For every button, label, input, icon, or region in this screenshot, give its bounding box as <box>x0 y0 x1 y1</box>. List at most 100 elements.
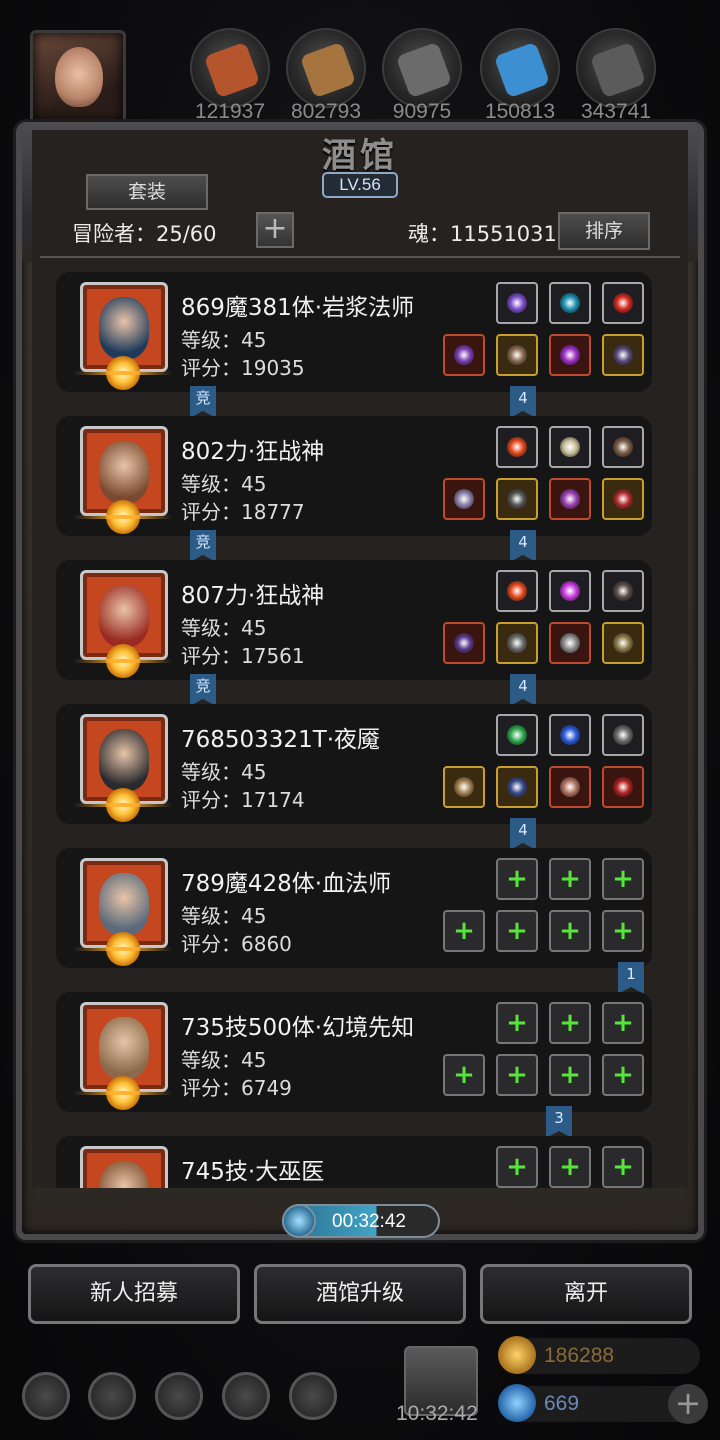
hero-card[interactable]: 789魔428体·血法师 等级：45 评分：6860 + + + + + + + <box>56 848 652 968</box>
equipment-slot-bottom-0[interactable] <box>443 622 485 664</box>
resource-value: 150813 <box>484 100 556 123</box>
equipment-slot-bottom-0[interactable] <box>443 334 485 376</box>
rank-sun-icon <box>74 1076 172 1110</box>
hero-face <box>99 441 149 503</box>
hero-score: 评分：17174 <box>181 788 305 812</box>
rank-flag: 1 <box>618 962 644 994</box>
iron-icon <box>589 41 647 99</box>
hero-card[interactable]: 768503321T·夜魇 等级：45 评分：17174 <box>56 704 652 824</box>
equipment-slot-bottom-1[interactable]: + <box>496 1054 538 1096</box>
equipment-slot-top-0[interactable] <box>496 570 538 612</box>
equipment-slot-bottom-0[interactable]: + <box>443 1054 485 1096</box>
equipment-slot-bottom-3[interactable] <box>602 622 644 664</box>
equipment-slot-top-1[interactable] <box>549 714 591 756</box>
add-equipment-icon: + <box>612 1060 634 1090</box>
equipment-slot-top-2[interactable] <box>602 426 644 468</box>
equipment-slot-top-2[interactable]: + <box>602 1002 644 1044</box>
equipment-slot-top-1[interactable] <box>549 426 591 468</box>
equipment-slot-top-0[interactable] <box>496 714 538 756</box>
sort-button[interactable]: 排序 <box>558 212 650 250</box>
player-avatar[interactable] <box>30 30 126 124</box>
bracer-icon <box>613 633 633 653</box>
gauntlet-icon <box>613 489 633 509</box>
equipment-slot-top-2[interactable] <box>602 714 644 756</box>
resource-3[interactable] <box>480 28 560 108</box>
equipment-slot-top-0[interactable] <box>496 426 538 468</box>
recruit-button[interactable]: 新人招募 <box>28 1264 240 1324</box>
mace-icon <box>454 633 474 653</box>
set-button[interactable]: 套装 <box>86 174 208 210</box>
hero-score: 评分：6749 <box>181 1076 292 1100</box>
resource-1[interactable] <box>286 28 366 108</box>
hero-card[interactable]: 802力·狂战神 等级：45 评分：18777 <box>56 416 652 536</box>
equipment-slot-top-2[interactable]: + <box>602 1146 644 1188</box>
divider <box>40 256 680 258</box>
add-equipment-icon: + <box>506 864 528 894</box>
equipment-slot-bottom-2[interactable]: + <box>549 1054 591 1096</box>
hero-level: 等级：45 <box>181 904 267 928</box>
equipment-slot-bottom-3[interactable] <box>602 334 644 376</box>
fang-icon <box>560 437 580 457</box>
shuriken-icon <box>613 725 633 745</box>
mask-icon <box>560 777 580 797</box>
timer-text: 00:32:42 <box>332 1211 406 1232</box>
resource-4[interactable] <box>576 28 656 108</box>
equipment-slot-top-1[interactable]: + <box>549 1002 591 1044</box>
equipment-slot-top-0[interactable]: + <box>496 858 538 900</box>
hero-face <box>99 297 149 359</box>
hero-portrait[interactable] <box>80 1146 168 1188</box>
equipment-slot-bottom-3[interactable]: + <box>602 1054 644 1096</box>
equipment-slot-bottom-1[interactable] <box>496 334 538 376</box>
hero-card[interactable]: 745技·大巫医 + + + <box>56 1136 652 1188</box>
equipment-slot-top-1[interactable] <box>549 570 591 612</box>
leave-button[interactable]: 离开 <box>480 1264 692 1324</box>
equipment-slot-bottom-3[interactable] <box>602 478 644 520</box>
equipment-slot-top-0[interactable]: + <box>496 1146 538 1188</box>
equipment-slot-bottom-1[interactable]: + <box>496 910 538 952</box>
equipment-slot-bottom-2[interactable] <box>549 766 591 808</box>
equipment-slot-top-2[interactable] <box>602 570 644 612</box>
equipment-slot-top-1[interactable]: + <box>549 858 591 900</box>
resource-0[interactable] <box>190 28 270 108</box>
rank-flag: 3 <box>546 1106 572 1138</box>
guild-icon[interactable] <box>155 1372 203 1420</box>
add-equipment-icon: + <box>506 1060 528 1090</box>
equipment-slot-bottom-2[interactable]: + <box>549 910 591 952</box>
equipment-slot-bottom-2[interactable] <box>549 622 591 664</box>
add-equipment-icon: + <box>559 864 581 894</box>
rank-flag: 4 <box>510 530 536 562</box>
add-slot-button[interactable]: + <box>256 212 294 248</box>
equipment-slot-bottom-0[interactable] <box>443 478 485 520</box>
equipment-slot-bottom-3[interactable]: + <box>602 910 644 952</box>
hero-card[interactable]: 735技500体·幻境先知 等级：45 评分：6749 + + + + + + + <box>56 992 652 1112</box>
hero-score: 评分：17561 <box>181 644 305 668</box>
equipment-slot-top-2[interactable] <box>602 282 644 324</box>
equipment-slot-bottom-3[interactable] <box>602 766 644 808</box>
hero-card[interactable]: 807力·狂战神 等级：45 评分：17561 <box>56 560 652 680</box>
equipment-slot-bottom-1[interactable] <box>496 478 538 520</box>
equipment-slot-top-0[interactable] <box>496 282 538 324</box>
equipment-slot-top-0[interactable]: + <box>496 1002 538 1044</box>
equipment-slot-top-1[interactable]: + <box>549 1146 591 1188</box>
equipment-slot-bottom-2[interactable] <box>549 334 591 376</box>
equipment-slot-bottom-0[interactable] <box>443 766 485 808</box>
hero-list[interactable]: 869魔381体·岩浆法师 等级：45 评分：19035 竞 4 802力·狂战神 等级：4… <box>56 266 656 1188</box>
wood-icon <box>299 41 357 99</box>
staff-icon <box>454 345 474 365</box>
equipment-slot-bottom-0[interactable]: + <box>443 910 485 952</box>
equipment-slot-top-1[interactable] <box>549 282 591 324</box>
settings-icon[interactable] <box>22 1372 70 1420</box>
upgrade-tavern-button[interactable]: 酒馆升级 <box>254 1264 466 1324</box>
mail-icon[interactable] <box>222 1372 270 1420</box>
equipment-slot-bottom-1[interactable] <box>496 622 538 664</box>
shop-icon[interactable] <box>289 1372 337 1420</box>
armor-icon <box>507 489 527 509</box>
star-icon[interactable] <box>88 1372 136 1420</box>
equipment-slot-top-2[interactable]: + <box>602 858 644 900</box>
resource-2[interactable] <box>382 28 462 108</box>
hero-card[interactable]: 869魔381体·岩浆法师 等级：45 评分：19035 <box>56 272 652 392</box>
equipment-slot-bottom-1[interactable] <box>496 766 538 808</box>
add-currency-button[interactable]: + <box>668 1384 708 1424</box>
equipment-slot-bottom-2[interactable] <box>549 478 591 520</box>
robe-icon <box>507 345 527 365</box>
